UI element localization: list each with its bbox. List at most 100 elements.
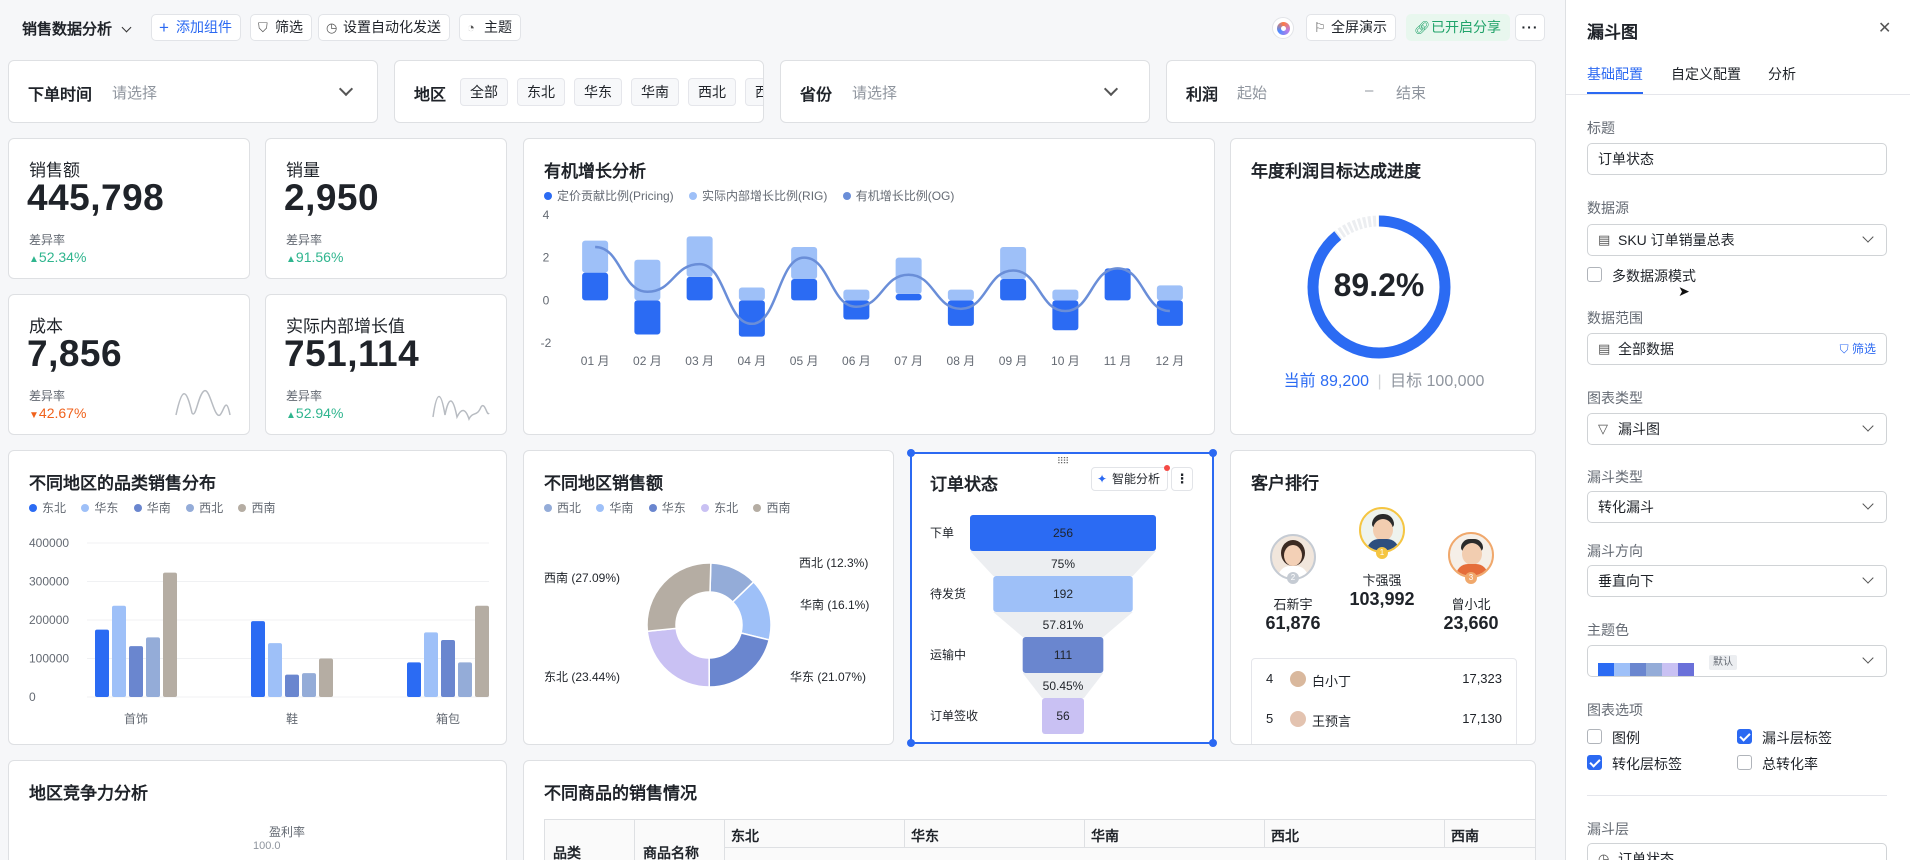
current-value: 当前 89,200	[1283, 373, 1370, 390]
arrow-up-icon: ▲	[29, 254, 39, 265]
direction-select[interactable]: 垂直向下	[1587, 565, 1887, 597]
more-icon: ···	[1521, 19, 1539, 35]
share-button[interactable]: 🔗︎ 已开启分享	[1406, 14, 1510, 41]
funnel-layer-select[interactable]: ◷ 订单状态	[1587, 843, 1887, 860]
resize-handle[interactable]	[907, 449, 915, 457]
region-sales-card[interactable]: 不同地区销售额 西北 华南 华东 东北 西南 西北 (12.3%) 华南 (16.…	[523, 450, 894, 745]
range-filter-link[interactable]: ⛉ 筛选	[1840, 334, 1876, 364]
tab-custom-config[interactable]: 自定义配置	[1671, 64, 1741, 84]
customer-ranking-card[interactable]: 客户排行 2 石新宇 61,876 1 卞强强 103,992 3 曾小北 23…	[1230, 450, 1536, 745]
profit-end-input[interactable]: 结束	[1396, 82, 1426, 103]
tab-divider	[1566, 94, 1910, 95]
bar-西北	[458, 662, 472, 697]
province-filter[interactable]: 省份 请选择	[780, 60, 1150, 123]
kpi-card-cost[interactable]: 成本 7,856 差异率 ▼42.67%	[8, 294, 250, 435]
card-title: 客户排行	[1251, 474, 1319, 493]
organic-growth-card[interactable]: 有机增长分析 定价贡献比例(Pricing) 实际内部增长比例(RIG) 有机增…	[523, 138, 1215, 435]
bar-华南	[285, 674, 299, 697]
kpi-card-sales[interactable]: 销售额 445,798 差异率 ▲52.34%	[8, 138, 250, 279]
header-label: 西南	[1451, 828, 1479, 844]
bar-华南	[129, 646, 143, 697]
tab-analysis[interactable]: 分析	[1768, 64, 1796, 84]
profit-start-input[interactable]: 起始	[1237, 82, 1267, 103]
customer-name: 曾小北	[1451, 597, 1491, 612]
slice-东北	[646, 627, 710, 688]
kpi-diff-label: 差异率	[286, 233, 323, 247]
dashboard-title[interactable]: 销售数据分析	[22, 18, 132, 39]
resize-handle[interactable]	[907, 739, 915, 747]
profit-filter[interactable]: 利润 起始 – 结束	[1166, 60, 1536, 123]
rank-badge: 1	[1376, 547, 1388, 559]
multi-source-checkbox[interactable]	[1587, 267, 1602, 282]
funnel-type-label: 漏斗类型	[1587, 469, 1643, 485]
arrow-up-icon: ▲	[286, 410, 296, 421]
region-chip-south[interactable]: 华南	[631, 78, 679, 106]
region-chip-west[interactable]: 西	[745, 78, 763, 106]
order-time-filter[interactable]: 下单时间 请选择	[8, 60, 378, 123]
list-name: 王预言	[1312, 714, 1352, 729]
kpi-value: 751,114	[284, 333, 420, 374]
close-icon[interactable]: ✕	[1878, 18, 1891, 38]
rank-badge: 2	[1287, 572, 1299, 584]
theme-button[interactable]: ◔ 主题	[459, 14, 521, 41]
more-menu-button[interactable]: ···	[1515, 14, 1545, 41]
auto-send-button[interactable]: ◷ 设置自动化发送	[318, 14, 450, 41]
kpi-card-volume[interactable]: 销量 2,950 差异率 ▲91.56%	[265, 138, 507, 279]
region-chip-east[interactable]: 华东	[574, 78, 622, 106]
order-time-placeholder: 请选择	[112, 85, 158, 102]
region-category-card[interactable]: 不同地区的品类销售分布 东北 华东 华南 西北 西南 400000 300000 2…	[8, 450, 507, 745]
funnel-value-label: 192	[1053, 587, 1073, 601]
rank-badge: 3	[1465, 572, 1477, 584]
conversion-label: 57.81%	[1043, 618, 1084, 632]
title-input[interactable]: 订单状态	[1587, 143, 1887, 175]
funnel-type-select[interactable]: 转化漏斗	[1587, 491, 1887, 523]
funnel-layer-label-checkbox[interactable]	[1737, 729, 1752, 744]
fullscreen-button[interactable]: ⚐ 全屏演示	[1306, 14, 1396, 41]
list-item[interactable]: 5 王预言 17,130	[1252, 699, 1516, 739]
ai-assistant-icon[interactable]	[1272, 17, 1294, 39]
x-tick-label: 09 月	[999, 354, 1028, 368]
resize-handle[interactable]	[1209, 449, 1217, 457]
region-competition-card[interactable]: 地区竞争力分析 盈利率 100.0	[8, 760, 507, 860]
bar-pricing	[634, 300, 661, 335]
range-select[interactable]: ▤ 全部数据 ⛉ 筛选	[1587, 333, 1887, 365]
region-chip-all[interactable]: 全部	[460, 78, 508, 106]
kpi-card-rig[interactable]: 实际内部增长值 751,114 差异率 ▲52.94%	[265, 294, 507, 435]
kpi-change-value: 52.94%	[295, 405, 344, 421]
table-icon: ▤	[1598, 232, 1611, 247]
list-item[interactable]: 4 白小丁 17,323	[1252, 659, 1516, 699]
header-label: 品类	[553, 845, 581, 860]
filter-button[interactable]: ⛉ 筛选	[250, 14, 312, 41]
region-sales-donut: 西北 (12.3%) 华南 (16.1%) 华东 (21.07%) 东北 (23.44…	[544, 556, 869, 688]
product-sales-card[interactable]: 不同商品的销售情况 品类 商品名称 东北 华东 华南 西北 西南	[523, 760, 1536, 860]
theme-color-select[interactable]: 默认	[1587, 645, 1887, 677]
filter-icon: ⛉	[258, 20, 268, 35]
resize-handle[interactable]	[1209, 739, 1217, 747]
chart-type-select[interactable]: ▽ 漏斗图	[1587, 413, 1887, 445]
slice-label: 西南 (27.09%)	[544, 570, 620, 585]
kpi-change: ▲52.34%	[29, 249, 86, 265]
card-title: 不同商品的销售情况	[544, 784, 697, 803]
header-label: 华南	[1091, 828, 1119, 844]
total-conversion-checkbox[interactable]	[1737, 755, 1752, 770]
funnel-category-label: 订单签收	[930, 708, 978, 723]
region-chip-northeast[interactable]: 东北	[517, 78, 565, 106]
tab-basic-config[interactable]: 基础配置	[1587, 64, 1643, 84]
radar-chart	[159, 846, 439, 860]
table-header-product: 商品名称	[635, 820, 725, 860]
customer-name: 卞强强	[1362, 573, 1402, 588]
bar-东北	[95, 629, 109, 697]
province-placeholder: 请选择	[852, 85, 898, 102]
datasource-select[interactable]: ▤ SKU 订单销量总表	[1587, 224, 1887, 256]
bar-华南	[441, 640, 455, 697]
bar-rig	[843, 289, 870, 301]
color-swatches	[1598, 656, 1694, 676]
legend-option-label: 图例	[1612, 730, 1640, 746]
add-component-button[interactable]: + 添加组件	[151, 14, 241, 41]
profit-target-card[interactable]: 年度利润目标达成进度 89.2% 当前 89,200 | 目标 100,000	[1230, 138, 1536, 435]
legend-checkbox[interactable]	[1587, 729, 1602, 744]
conversion-label-checkbox[interactable]	[1587, 755, 1602, 770]
region-chip-northwest[interactable]: 西北	[688, 78, 736, 106]
slice-label: 华南 (16.1%)	[800, 597, 869, 612]
order-status-card[interactable]: ⠿⠿ 订单状态 ✦ 智能分析 ⋮ 256 下单 75% 192 待发货 57.81% 111…	[907, 449, 1217, 747]
